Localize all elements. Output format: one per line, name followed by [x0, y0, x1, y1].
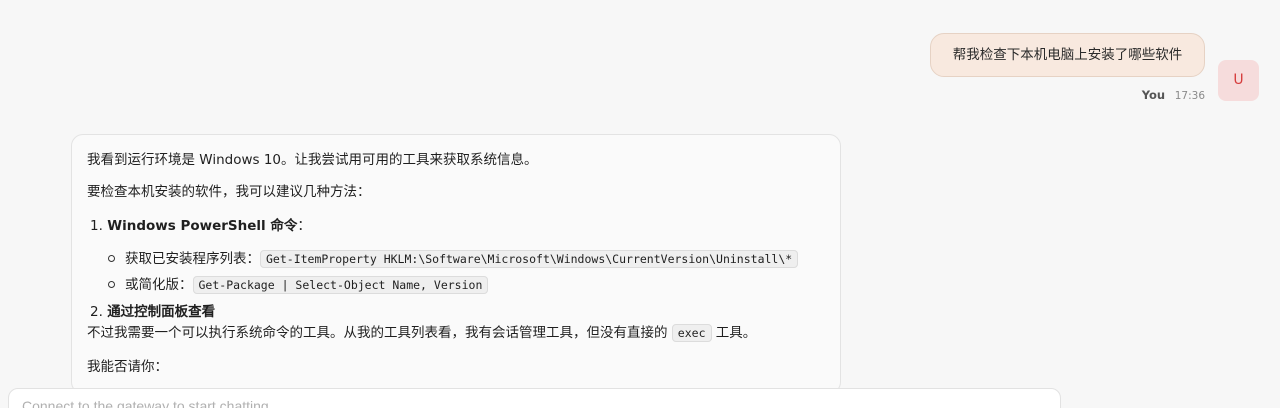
user-message-meta: You 17:36 — [1142, 88, 1205, 102]
sender-name: You — [1141, 88, 1166, 102]
bullet-label: 获取已安装程序列表： — [125, 251, 260, 267]
list-item-title: Windows PowerShell 命令 — [107, 218, 298, 234]
bullet-label: 或简化版： — [125, 277, 193, 293]
list-number: 1. — [90, 218, 103, 234]
chat-input[interactable] — [22, 398, 1022, 408]
chat-input-bar[interactable] — [8, 388, 1061, 408]
list-item-colon: ： — [297, 218, 311, 234]
inline-code: Get-Package | Select-Object Name, Versio… — [192, 276, 489, 294]
chat-window: 帮我检查下本机电脑上安装了哪些软件 You 17:36 U 我看到运行环境是 W… — [0, 0, 1280, 408]
list-item: 2. 通过控制面板查看 — [90, 300, 215, 320]
paragraph: 我看到运行环境是 Windows 10。让我尝试用可用的工具来获取系统信息。 — [87, 152, 538, 168]
list-item: 1. Windows PowerShell 命令： — [90, 214, 311, 234]
paragraph-text: 工具。 — [715, 325, 757, 341]
user-avatar: U — [1218, 60, 1259, 101]
inline-code: exec — [671, 324, 712, 342]
paragraph-text: 不过我需要一个可以执行系统命令的工具。从我的工具列表看，我有会话管理工具，但没有… — [87, 325, 668, 341]
bullet-icon — [108, 280, 115, 288]
assistant-message-card: 我看到运行环境是 Windows 10。让我尝试用可用的工具来获取系统信息。 要… — [71, 134, 841, 394]
inline-code: Get-ItemProperty HKLM:\Software\Microsof… — [260, 250, 799, 268]
list-number: 2. — [90, 304, 103, 320]
bullet-icon — [108, 254, 115, 262]
paragraph: 我能否请你： — [87, 359, 168, 375]
message-timestamp: 17:36 — [1174, 90, 1205, 102]
user-message-text: 帮我检查下本机电脑上安装了哪些软件 — [952, 47, 1183, 63]
list-item: 获取已安装程序列表： Get-ItemProperty HKLM:\Softwar… — [108, 247, 799, 268]
avatar-letter: U — [1233, 72, 1244, 88]
list-item: 或简化版： Get-Package | Select-Object Name, V… — [108, 273, 489, 294]
user-message-bubble: 帮我检查下本机电脑上安装了哪些软件 — [930, 33, 1205, 77]
paragraph: 要检查本机安装的软件，我可以建议几种方法： — [87, 184, 371, 200]
paragraph: 不过我需要一个可以执行系统命令的工具。从我的工具列表看，我有会话管理工具，但没有… — [87, 321, 757, 342]
list-item-title: 通过控制面板查看 — [107, 304, 216, 320]
